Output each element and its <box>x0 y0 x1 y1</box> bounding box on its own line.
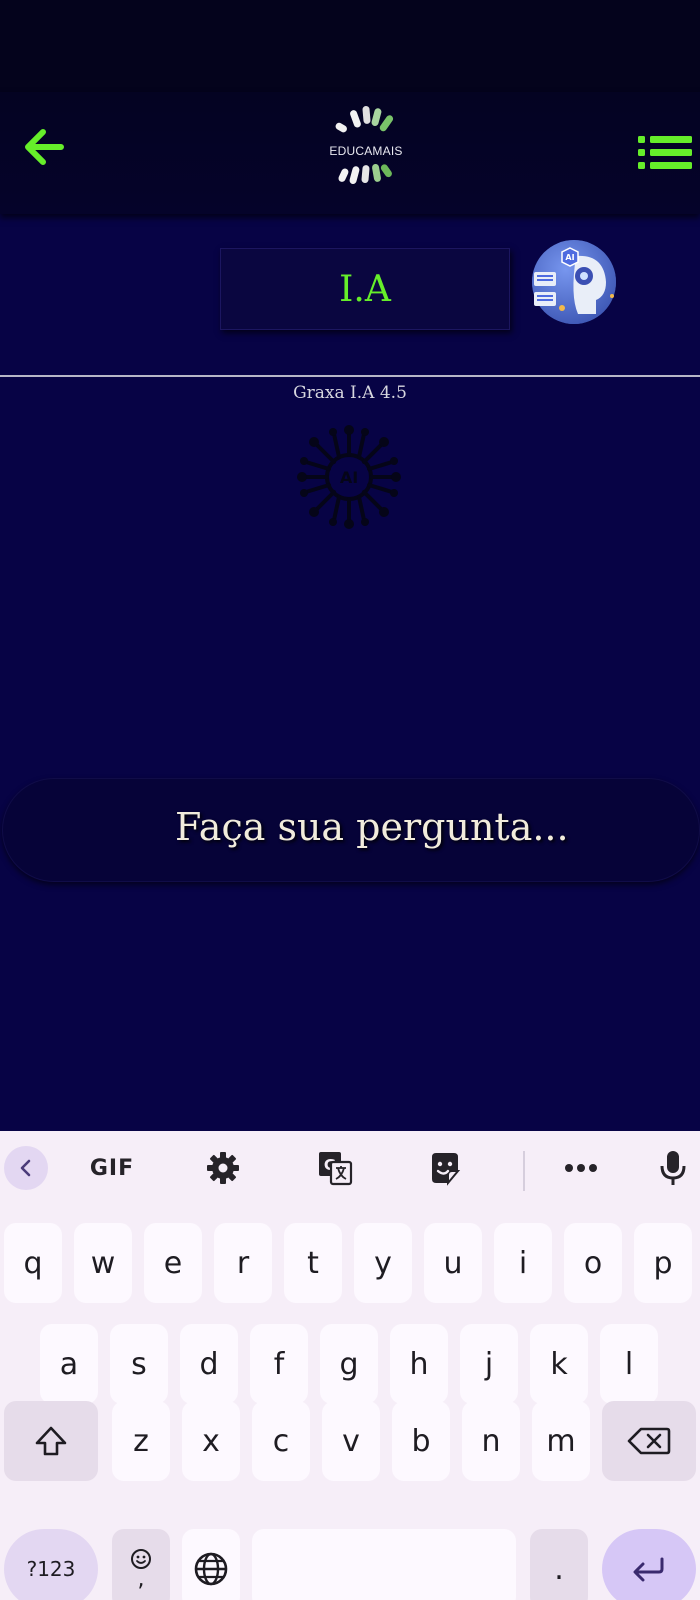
status-bar <box>0 0 700 92</box>
keyboard-settings-button[interactable] <box>198 1143 248 1193</box>
key-x[interactable]: x <box>182 1401 240 1481</box>
shift-icon <box>35 1426 67 1456</box>
key-j[interactable]: j <box>460 1324 518 1404</box>
voice-input-button[interactable] <box>648 1143 698 1193</box>
space-key[interactable] <box>252 1529 516 1600</box>
period-label: . <box>554 1551 564 1587</box>
menu-button[interactable] <box>636 132 694 174</box>
shift-key[interactable] <box>4 1401 98 1481</box>
ai-network-icon: AI <box>294 422 404 532</box>
logo-bottom-marks <box>338 163 392 184</box>
gear-icon <box>207 1152 239 1184</box>
key-p[interactable]: p <box>634 1223 692 1303</box>
svg-text:AI: AI <box>340 468 358 487</box>
key-a[interactable]: a <box>40 1324 98 1404</box>
divider <box>0 375 700 377</box>
page-title: I.A <box>339 268 391 310</box>
arrow-left-icon <box>25 129 64 165</box>
list-menu-icon <box>638 136 692 169</box>
period-key[interactable]: . <box>530 1529 588 1600</box>
logo-text: EDUCAMAIS <box>329 144 403 158</box>
key-n[interactable]: n <box>462 1401 520 1481</box>
more-horizontal-icon <box>565 1164 597 1172</box>
key-f[interactable]: f <box>250 1324 308 1404</box>
microphone-icon <box>660 1151 686 1185</box>
translate-icon: G <box>319 1152 353 1186</box>
emoji-comma-key[interactable]: , <box>112 1529 170 1600</box>
enter-key[interactable] <box>602 1529 696 1600</box>
translate-button[interactable]: G <box>310 1143 360 1193</box>
symbols-key[interactable]: ?123 <box>4 1529 98 1600</box>
ai-robot-icon: AI <box>526 236 622 332</box>
key-u[interactable]: u <box>424 1223 482 1303</box>
model-label: Graxa I.A 4.5 <box>293 383 407 403</box>
backspace-key[interactable] <box>602 1401 696 1481</box>
key-h[interactable]: h <box>390 1324 448 1404</box>
key-m[interactable]: m <box>532 1401 590 1481</box>
symbols-key-label: ?123 <box>26 1557 76 1581</box>
key-l[interactable]: l <box>600 1324 658 1404</box>
onscreen-keyboard: GIF G <box>0 1131 700 1600</box>
more-options-button[interactable] <box>556 1143 606 1193</box>
key-y[interactable]: y <box>354 1223 412 1303</box>
key-i[interactable]: i <box>494 1223 552 1303</box>
question-placeholder: Faça sua pergunta... <box>175 805 569 849</box>
key-t[interactable]: t <box>284 1223 342 1303</box>
keyboard-toolbar: GIF G <box>0 1131 700 1209</box>
backspace-icon <box>627 1427 671 1455</box>
keyboard-collapse-button[interactable] <box>4 1146 48 1190</box>
comma-label: , <box>137 1567 145 1592</box>
key-e[interactable]: e <box>144 1223 202 1303</box>
key-s[interactable]: s <box>110 1324 168 1404</box>
key-r[interactable]: r <box>214 1223 272 1303</box>
back-button[interactable] <box>18 122 68 172</box>
educamais-logo: EDUCAMAIS <box>316 98 416 200</box>
toolbar-separator <box>523 1151 525 1191</box>
enter-icon <box>633 1557 664 1582</box>
question-input[interactable]: Faça sua pergunta... <box>2 778 700 882</box>
svg-text:AI: AI <box>565 253 574 262</box>
logo-top-marks <box>335 105 394 133</box>
key-c[interactable]: c <box>252 1401 310 1481</box>
key-g[interactable]: g <box>320 1324 378 1404</box>
language-key[interactable] <box>182 1529 240 1600</box>
gif-button[interactable]: GIF <box>82 1143 142 1193</box>
key-b[interactable]: b <box>392 1401 450 1481</box>
sticker-icon <box>432 1153 461 1186</box>
page-title-box: I.A <box>220 248 510 330</box>
sticker-button[interactable] <box>420 1143 470 1193</box>
key-v[interactable]: v <box>322 1401 380 1481</box>
chevron-left-icon <box>20 1159 31 1177</box>
key-o[interactable]: o <box>564 1223 622 1303</box>
key-q[interactable]: q <box>4 1223 62 1303</box>
key-d[interactable]: d <box>180 1324 238 1404</box>
key-w[interactable]: w <box>74 1223 132 1303</box>
gif-label: GIF <box>89 1155 135 1181</box>
globe-icon <box>194 1552 228 1586</box>
key-z[interactable]: z <box>112 1401 170 1481</box>
key-k[interactable]: k <box>530 1324 588 1404</box>
app-header: EDUCAMAIS <box>0 92 700 214</box>
